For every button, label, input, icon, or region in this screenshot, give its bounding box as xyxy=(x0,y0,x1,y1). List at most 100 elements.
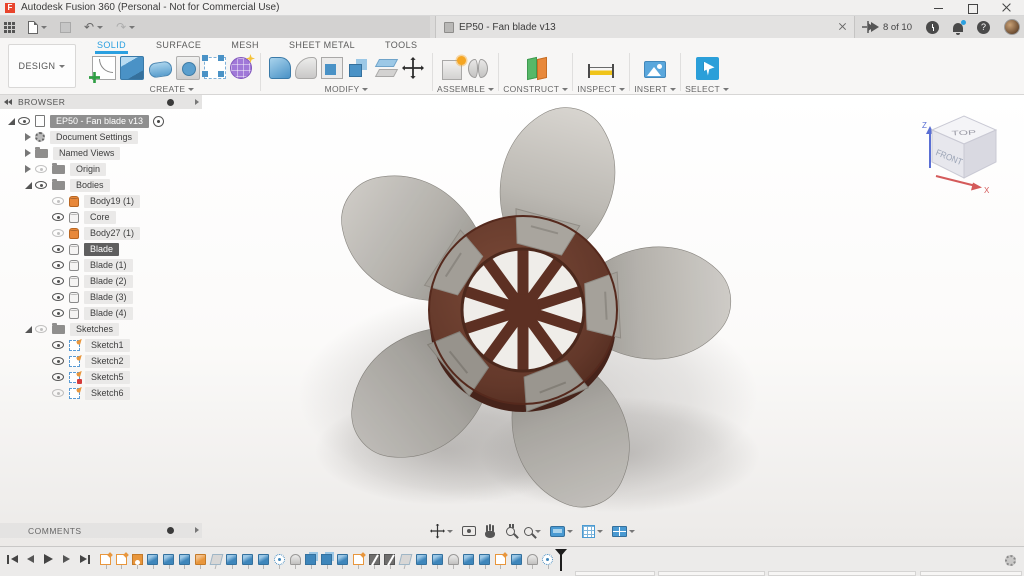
select-icon[interactable] xyxy=(696,57,719,80)
measure-icon[interactable] xyxy=(588,64,614,78)
tree-item-label[interactable]: Bodies xyxy=(70,179,110,192)
tree-item-label[interactable]: Body19 (1) xyxy=(84,195,140,208)
tree-row[interactable]: Blade (1) xyxy=(0,257,202,273)
tree-row[interactable]: Blade xyxy=(0,241,202,257)
shell-icon[interactable] xyxy=(321,57,343,79)
group-label-construct[interactable]: CONSTRUCT xyxy=(503,84,568,94)
tree-item-label[interactable]: Named Views xyxy=(53,147,120,160)
tree-item-label[interactable]: Blade (2) xyxy=(84,275,133,288)
panel-options-icon[interactable] xyxy=(167,527,174,534)
visibility-eye-icon[interactable] xyxy=(35,165,47,173)
tree-row[interactable]: Origin xyxy=(0,161,202,177)
timeline-feature-sketch-icon[interactable] xyxy=(353,554,364,565)
timeline-feature-combine-icon[interactable] xyxy=(321,554,332,565)
job-status-icon[interactable] xyxy=(926,21,939,34)
visibility-eye-icon[interactable] xyxy=(52,389,64,397)
timeline-feature-extrude-icon[interactable] xyxy=(337,554,348,565)
look-at-button[interactable] xyxy=(462,526,476,536)
tab-sheet-metal[interactable]: SHEET METAL xyxy=(287,38,357,51)
undo-button[interactable]: ↶ xyxy=(84,21,103,33)
tree-row[interactable]: Sketch5 xyxy=(0,369,202,385)
orbit-button[interactable] xyxy=(430,524,453,539)
timeline-feature-circular-pattern-icon[interactable] xyxy=(542,554,553,565)
expand-arrow-icon[interactable] xyxy=(21,133,35,141)
save-icon[interactable] xyxy=(60,22,71,33)
timeline-scroll-segment[interactable] xyxy=(768,571,916,576)
minimize-button[interactable] xyxy=(922,0,956,16)
create-sketch-icon[interactable] xyxy=(92,56,116,80)
group-label-assemble[interactable]: ASSEMBLE xyxy=(437,84,494,94)
tree-item-label[interactable]: Core xyxy=(84,211,116,224)
fillet-icon[interactable] xyxy=(295,57,317,79)
timeline-feature-extrude-icon[interactable] xyxy=(511,554,522,565)
offset-face-icon[interactable] xyxy=(374,56,398,80)
timeline-feature-extrude-icon[interactable] xyxy=(242,554,253,565)
tree-row[interactable]: Bodies xyxy=(0,177,202,193)
file-menu-button[interactable] xyxy=(28,21,47,34)
tree-item-label[interactable]: Blade (1) xyxy=(84,259,133,272)
visibility-eye-icon[interactable] xyxy=(52,245,64,253)
construction-plane-icon[interactable] xyxy=(524,56,548,80)
window-zoom-button[interactable] xyxy=(524,527,541,536)
comments-panel[interactable]: COMMENTS xyxy=(0,523,202,538)
timeline-step-forward-button[interactable] xyxy=(60,553,73,566)
timeline-settings-gear-icon[interactable] xyxy=(1005,555,1016,566)
timeline-feature-split-icon[interactable] xyxy=(369,554,380,565)
timeline-feature-sketch-icon[interactable] xyxy=(116,554,127,565)
expand-arrow-icon[interactable] xyxy=(21,149,35,157)
tab-solid[interactable]: SOLID xyxy=(95,38,128,54)
timeline-feature-extrude-icon[interactable] xyxy=(163,554,174,565)
activate-component-radio-icon[interactable] xyxy=(153,116,164,127)
timeline-playhead[interactable] xyxy=(560,550,562,571)
user-avatar[interactable] xyxy=(1004,19,1020,35)
tab-mesh[interactable]: MESH xyxy=(229,38,261,51)
tree-row[interactable]: EP50 - Fan blade v13 xyxy=(0,113,202,129)
visibility-eye-icon[interactable] xyxy=(52,357,64,365)
panel-expand-chevron-icon[interactable] xyxy=(195,99,199,105)
timeline-feature-sketch-icon[interactable] xyxy=(100,554,111,565)
workspace-selector[interactable]: DESIGN xyxy=(8,44,76,88)
close-button[interactable] xyxy=(990,0,1024,16)
visibility-eye-icon[interactable] xyxy=(52,309,64,317)
group-label-select[interactable]: SELECT xyxy=(685,84,729,94)
timeline-feature-delete-icon[interactable] xyxy=(209,554,223,565)
tree-item-label[interactable]: Sketches xyxy=(70,323,119,336)
visibility-eye-icon[interactable] xyxy=(52,229,64,237)
panel-expand-chevron-icon[interactable] xyxy=(195,527,199,533)
timeline-feature-extrude-icon[interactable] xyxy=(416,554,427,565)
pan-button[interactable] xyxy=(485,525,497,538)
display-settings-button[interactable] xyxy=(550,526,573,537)
view-cube[interactable]: TOP FRONT Z X xyxy=(914,100,1014,200)
visibility-eye-icon[interactable] xyxy=(52,213,64,221)
browser-header[interactable]: BROWSER xyxy=(0,95,202,109)
viewport-canvas[interactable]: BROWSER EP50 - Fan blade v13 Document Set… xyxy=(0,95,1024,546)
tree-item-label[interactable]: Sketch6 xyxy=(85,387,130,400)
tab-close-icon[interactable] xyxy=(837,21,848,32)
tree-row[interactable]: Sketch6 xyxy=(0,385,202,401)
timeline-feature-delete-icon[interactable] xyxy=(399,554,413,565)
timeline-feature-fillet-icon[interactable] xyxy=(290,554,301,565)
timeline-feature-extrude-icon[interactable] xyxy=(147,554,158,565)
visibility-eye-icon[interactable] xyxy=(52,261,64,269)
timeline-feature-extrude-icon[interactable] xyxy=(258,554,269,565)
timeline-play-button[interactable] xyxy=(42,553,55,566)
notifications-bell-icon[interactable] xyxy=(953,23,963,32)
timeline-scroll-segment[interactable] xyxy=(575,571,655,576)
joint-icon[interactable] xyxy=(466,56,490,80)
timeline-go-to-start-button[interactable] xyxy=(6,553,19,566)
new-component-icon[interactable] xyxy=(442,60,462,80)
tree-item-label[interactable]: Body27 (1) xyxy=(84,227,140,240)
visibility-eye-icon[interactable] xyxy=(35,325,47,333)
tree-item-label[interactable]: EP50 - Fan blade v13 xyxy=(50,115,149,128)
panel-options-icon[interactable] xyxy=(167,99,174,106)
timeline-feature-sketch-icon[interactable] xyxy=(495,554,506,565)
group-label-modify[interactable]: MODIFY xyxy=(325,84,369,94)
redo-button[interactable]: ↷ xyxy=(116,21,135,33)
timeline-feature-circular-pattern-icon[interactable] xyxy=(274,554,285,565)
timeline-scroll-segment[interactable] xyxy=(658,571,765,576)
group-label-create[interactable]: CREATE xyxy=(150,84,195,94)
expand-arrow-icon[interactable] xyxy=(4,118,18,125)
tree-item-label[interactable]: Document Settings xyxy=(50,131,138,144)
timeline-feature-extrude-icon[interactable] xyxy=(463,554,474,565)
timeline-feature-hole-icon[interactable] xyxy=(132,554,143,565)
